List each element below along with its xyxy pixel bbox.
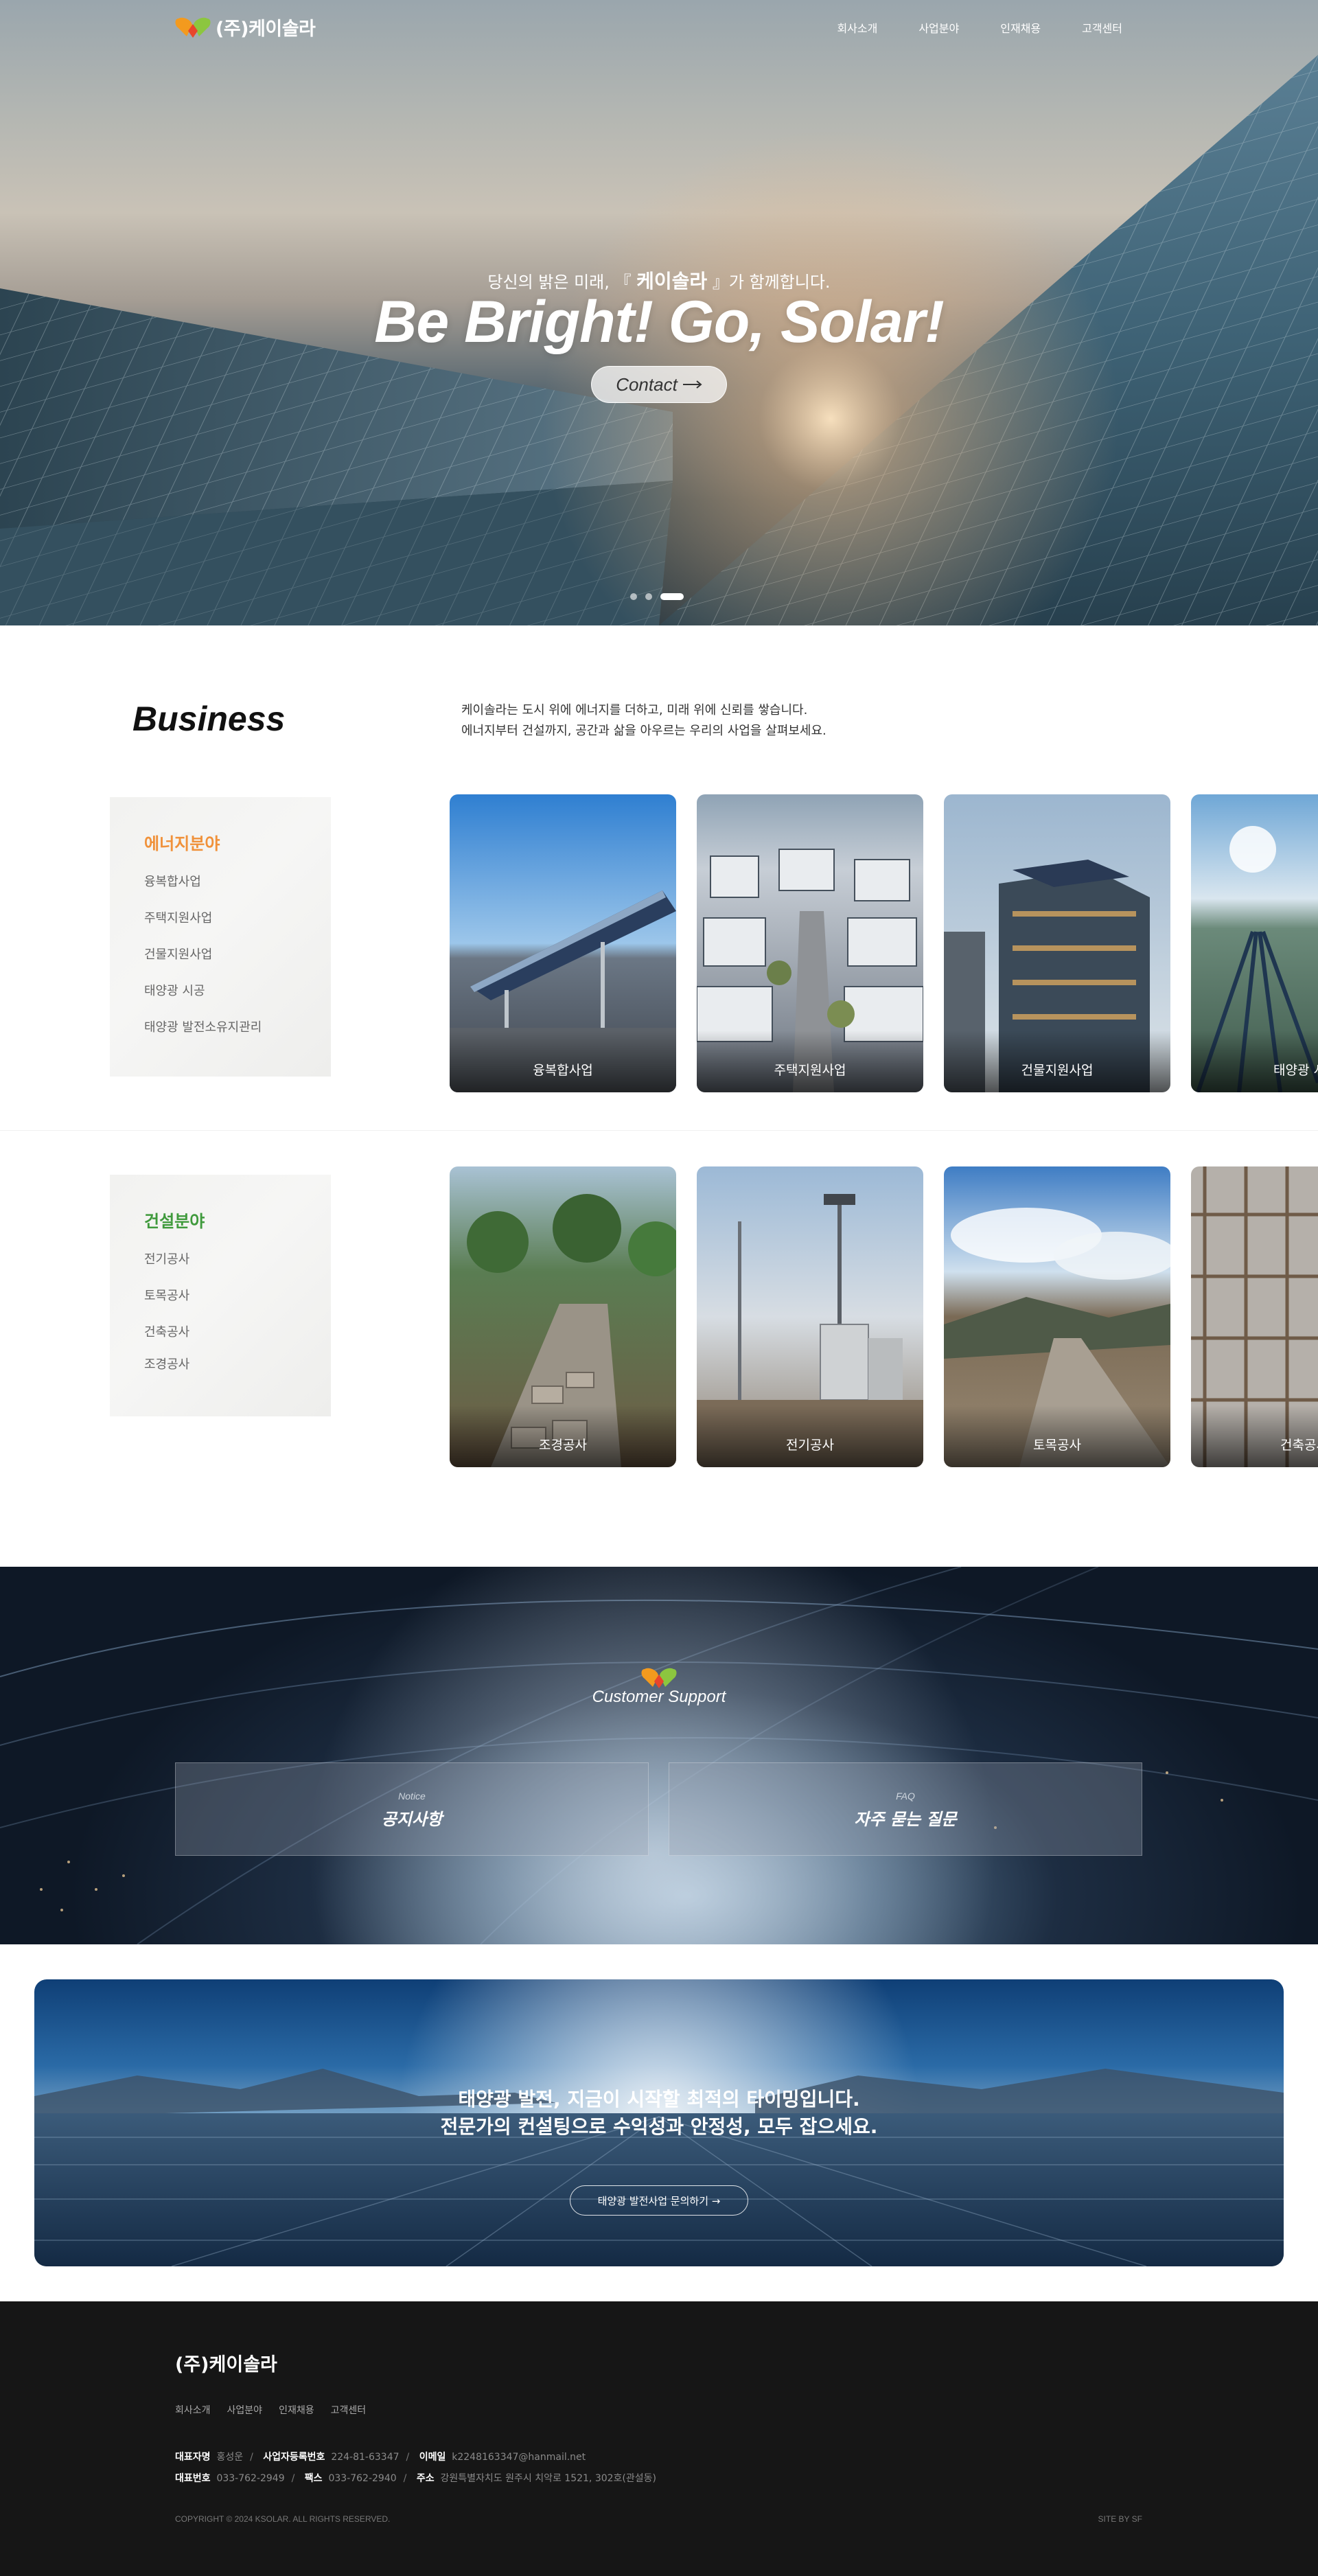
card-title: 주택지원사업 [774, 1063, 846, 1078]
contact-button-label: Contact [616, 373, 678, 395]
construction-category-panel: 건설분야 전기공사 토목공사 건축공사 조경공사 [110, 1175, 331, 1416]
slider-pagination [630, 593, 684, 600]
footer-company-info-2: 대표번호 033-762-2949/ 팩스 033-762-2940/ 주소 강… [175, 2473, 656, 2484]
energy-category-title[interactable]: 에너지분야 [144, 830, 331, 854]
business-desc-line-2: 에너지부터 건설까지, 공간과 삶을 아우르는 우리의 사업을 살펴보세요. [461, 724, 826, 738]
top-navigation: (주)케이솔라 회사소개 사업분야 인재채용 고객센터 [0, 0, 1318, 55]
card-title: 건물지원사업 [1021, 1063, 1094, 1078]
card-title: 전기공사 [786, 1438, 834, 1453]
card-title: 조경공사 [539, 1438, 587, 1453]
notice-label: 공지사항 [381, 1810, 443, 1829]
consult-banner: 태양광 발전, 지금이 시작할 최적의 타이밍입니다. 전문가의 컨설팅으로 수… [34, 1979, 1284, 2266]
business-card[interactable]: 융복합사업 [450, 794, 676, 1092]
construction-category-title[interactable]: 건설분야 [144, 1208, 331, 1232]
footer-brand: (주)케이솔라 [175, 2354, 277, 2376]
energy-item-5[interactable]: 태양광 발전소유지관리 [144, 1017, 331, 1054]
business-title: Business [132, 700, 286, 738]
slider-dot-3[interactable] [660, 593, 684, 600]
support-earth-network-image [0, 1567, 1318, 1944]
inquiry-button[interactable]: 태양광 발전사업 문의하기 → [570, 2185, 748, 2216]
business-description: 케이솔라는 도시 위에 에너지를 더하고, 미래 위에 신뢰를 쌓습니다. 에너… [461, 700, 826, 741]
brand-logo[interactable]: (주)케이솔라 [174, 14, 316, 41]
business-card[interactable]: 주택지원사업 [697, 794, 923, 1092]
construction-item-3[interactable]: 건축공사 [144, 1322, 331, 1355]
heart-logo-icon [641, 1668, 677, 1688]
hero-title: Be Bright! Go, Solar! [374, 289, 944, 355]
heart-logo-icon [175, 17, 211, 38]
energy-item-3[interactable]: 건물지원사업 [144, 945, 331, 981]
support-title: Customer Support [592, 1688, 726, 1706]
footer-company-info-1: 대표자명 홍성운 / 사업자등록번호 224-81-63347/ 이메일 k224… [175, 2452, 586, 2463]
customer-support-section [0, 1567, 1318, 1944]
notice-button[interactable]: Notice 공지사항 [175, 1762, 649, 1856]
construction-item-2[interactable]: 토목공사 [144, 1286, 331, 1322]
footer-copyright: COPYRIGHT © 2024 KSOLAR. ALL RIGHTS RESE… [175, 2514, 391, 2524]
business-card[interactable]: 토목공사 [944, 1166, 1170, 1467]
menu-item-company[interactable]: 회사소개 [837, 19, 877, 36]
brand-name: (주)케이솔라 [216, 19, 316, 40]
business-card[interactable]: 태양광 시공 [1191, 794, 1318, 1092]
faq-small-label: FAQ [896, 1791, 915, 1802]
footer-menu-support[interactable]: 고객센터 [331, 2403, 367, 2417]
footer-site-by[interactable]: SITE BY SF [1098, 2514, 1142, 2524]
card-title: 융복합사업 [533, 1063, 593, 1078]
menu-item-business[interactable]: 사업분야 [918, 19, 959, 36]
energy-item-2[interactable]: 주택지원사업 [144, 908, 331, 945]
main-menu: 회사소개 사업분야 인재채용 고객센터 [837, 19, 1122, 36]
section-divider [0, 1130, 1318, 1131]
construction-item-4[interactable]: 조경공사 [144, 1355, 331, 1391]
banner-headline-1: 태양광 발전, 지금이 시작할 최적의 타이밍입니다. [458, 2088, 860, 2111]
card-title: 태양광 시공 [1273, 1063, 1318, 1078]
notice-small-label: Notice [398, 1791, 426, 1802]
energy-item-1[interactable]: 융복합사업 [144, 872, 331, 908]
energy-item-4[interactable]: 태양광 시공 [144, 981, 331, 1017]
menu-item-recruit[interactable]: 인재채용 [1000, 19, 1041, 36]
site-footer [0, 2301, 1318, 2576]
faq-button[interactable]: FAQ 자주 묻는 질문 [669, 1762, 1142, 1856]
footer-menu: 회사소개 사업분야 인재채용 고객센터 [175, 2403, 366, 2417]
arrow-right-icon [682, 380, 702, 389]
footer-menu-business[interactable]: 사업분야 [227, 2403, 263, 2417]
contact-button[interactable]: Contact [591, 366, 727, 403]
banner-headline-2: 전문가의 컨설팅으로 수익성과 안정성, 모두 잡으세요. [440, 2115, 878, 2138]
construction-item-1[interactable]: 전기공사 [144, 1250, 331, 1286]
hero-section: (주)케이솔라 회사소개 사업분야 인재채용 고객센터 당신의 밝은 미래, 『… [0, 0, 1318, 625]
business-desc-line-1: 케이솔라는 도시 위에 에너지를 더하고, 미래 위에 신뢰를 쌓습니다. [461, 703, 808, 717]
slider-dot-2[interactable] [645, 593, 652, 600]
energy-category-panel: 에너지분야 융복합사업 주택지원사업 건물지원사업 태양광 시공 태양광 발전소… [110, 797, 331, 1077]
business-card[interactable]: 조경공사 [450, 1166, 676, 1467]
footer-menu-recruit[interactable]: 인재채용 [279, 2403, 314, 2417]
business-card[interactable]: 건물지원사업 [944, 794, 1170, 1092]
business-card[interactable]: 건축공사 [1191, 1166, 1318, 1467]
faq-label: 자주 묻는 질문 [854, 1810, 957, 1829]
slider-dot-1[interactable] [630, 593, 637, 600]
business-card[interactable]: 전기공사 [697, 1166, 923, 1467]
card-title: 토목공사 [1033, 1438, 1081, 1453]
footer-menu-company[interactable]: 회사소개 [175, 2403, 211, 2417]
menu-item-support[interactable]: 고객센터 [1082, 19, 1122, 36]
card-title: 건축공사 [1280, 1438, 1318, 1453]
